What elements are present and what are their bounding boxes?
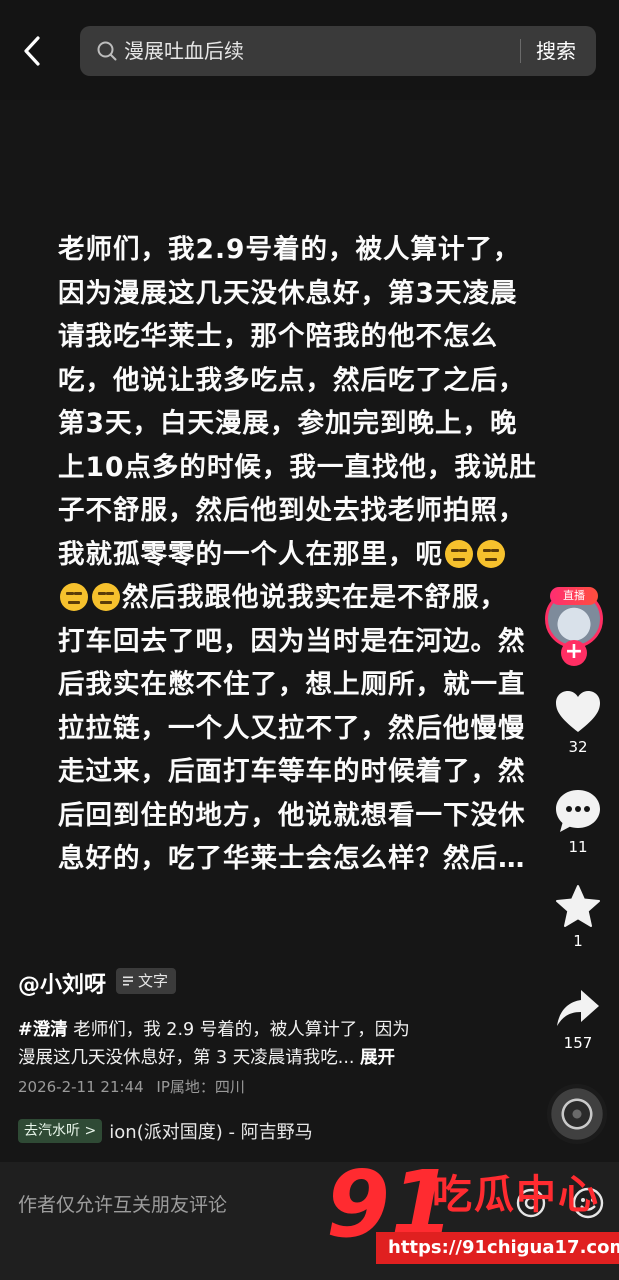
expressionless-emoji-icon — [445, 539, 473, 568]
star-icon — [556, 885, 600, 927]
post-line: 上10点多的时候，我一直找他，我说肚 — [58, 451, 537, 483]
expand-button[interactable]: 展开 — [360, 1048, 395, 1068]
search-divider — [520, 39, 521, 63]
comment-count: 11 — [568, 838, 588, 856]
comment-restricted-notice[interactable]: 作者仅允许互关朋友评论 — [18, 1190, 227, 1217]
description-line: #澄清 老师们，我 2.9 号着的，被人算计了，因为 — [18, 1016, 518, 1044]
description-text: 老师们，我 2.9 号着的，被人算计了，因为 — [73, 1020, 410, 1040]
share-icon — [557, 990, 599, 1026]
post-line: 拉拉链，一个人又拉不了，然后他慢慢 — [58, 712, 526, 744]
listen-in-qishui-tag[interactable]: 去汽水听 > — [18, 1119, 103, 1143]
share-button[interactable]: 157 — [537, 988, 619, 1052]
post-line-text: 我就孤零零的一个人在那里，呃 — [58, 538, 443, 570]
description-line: 漫展这几天没休息好，第 3 天凌晨请我吃... 展开 — [18, 1044, 518, 1072]
share-count: 157 — [563, 1034, 593, 1052]
post-description[interactable]: #澄清 老师们，我 2.9 号着的，被人算计了，因为 漫展这几天没休息好，第 3… — [18, 1016, 518, 1072]
comment-button[interactable]: 11 — [537, 788, 619, 856]
live-badge: 直播 — [550, 587, 598, 605]
comment-icon — [556, 790, 600, 832]
text-type-label: 文字 — [138, 972, 169, 990]
music-disc[interactable] — [547, 1084, 607, 1144]
search-button[interactable]: 搜索 — [536, 26, 576, 76]
search-icon — [97, 41, 117, 61]
text-lines-icon — [123, 976, 133, 986]
author-name[interactable]: @小刘呀 — [18, 967, 106, 999]
post-line: 老师们，我2.9号着的，被人算计了， — [58, 234, 521, 265]
post-datetime: 2026-2-11 21:44 — [18, 1078, 144, 1096]
text-type-tag: 文字 — [116, 968, 177, 994]
post-line: 后我实在憋不住了，想上厕所，就一直 — [58, 669, 526, 700]
heart-icon — [556, 691, 600, 732]
expressionless-emoji-icon — [92, 583, 120, 611]
post-line: 子不舒服，然后他到处去找老师拍照， — [58, 495, 526, 526]
post-line: 吃，他说让我多吃点，然后吃了之后， — [58, 364, 526, 396]
post-line-with-emoji: 然后我跟他说我实在是不舒服， — [58, 576, 558, 620]
top-bar: 漫展吐血后续 搜索 — [0, 0, 619, 100]
follow-button[interactable]: + — [561, 640, 587, 666]
post-line: 走过来，后面打车等车的时候着了，然 — [58, 756, 526, 787]
post-line: 后回到住的地方，他说就想看一下没休 — [58, 799, 526, 831]
post-line-with-emoji: 我就孤零零的一个人在那里，呃 — [58, 533, 558, 577]
search-box[interactable]: 漫展吐血后续 搜索 — [80, 26, 596, 76]
post-line: 请我吃华莱士，那个陪我的他不怎么 — [58, 321, 498, 352]
favorite-count: 1 — [573, 932, 583, 950]
expressionless-emoji-icon — [60, 583, 88, 611]
music-row[interactable]: 去汽水听 > ion(派对国度) - 阿吉野马 — [18, 1118, 313, 1146]
music-title[interactable]: ion(派对国度) - 阿吉野马 — [109, 1118, 312, 1144]
chevron-left-icon — [24, 36, 40, 66]
post-meta: 2026-2-11 21:44 IP属地：四川 — [18, 1076, 245, 1097]
expressionless-emoji-icon — [477, 539, 505, 568]
post-line-text: 然后我跟他说我实在是不舒服， — [122, 582, 507, 613]
post-line: 打车回去了吧，因为当时是在河边。然 — [58, 625, 526, 657]
like-count: 32 — [568, 738, 588, 756]
back-button[interactable] — [18, 34, 48, 68]
post-line: 第3天，白天漫展，参加完到晚上，晚 — [58, 408, 518, 439]
emoji-icon[interactable] — [571, 1186, 605, 1220]
hashtag[interactable]: #澄清 — [18, 1020, 68, 1040]
ip-location: IP属地：四川 — [156, 1078, 245, 1096]
like-button[interactable]: 32 — [537, 690, 619, 756]
bottom-icons — [496, 1186, 605, 1220]
search-input[interactable]: 漫展吐血后续 — [124, 26, 504, 76]
bottom-bar: 作者仅允许互关朋友评论 — [0, 1162, 619, 1280]
description-text: 漫展这几天没休息好，第 3 天凌晨请我吃... — [18, 1048, 355, 1068]
post-content[interactable]: 老师们，我2.9号着的，被人算计了， 因为漫展这几天没休息好，第3天凌晨 请我吃… — [0, 100, 619, 1162]
post-line: 因为漫展这几天没休息好，第3天凌晨 — [58, 277, 518, 309]
post-text: 老师们，我2.9号着的，被人算计了， 因为漫展这几天没休息好，第3天凌晨 请我吃… — [58, 228, 558, 881]
at-mention-icon[interactable] — [514, 1186, 548, 1220]
action-rail: 直播 + 32 11 1 157 — [537, 587, 619, 1160]
post-line: 息好的，吃了华莱士会怎么样？然后… — [58, 843, 526, 874]
favorite-button[interactable]: 1 — [537, 884, 619, 950]
